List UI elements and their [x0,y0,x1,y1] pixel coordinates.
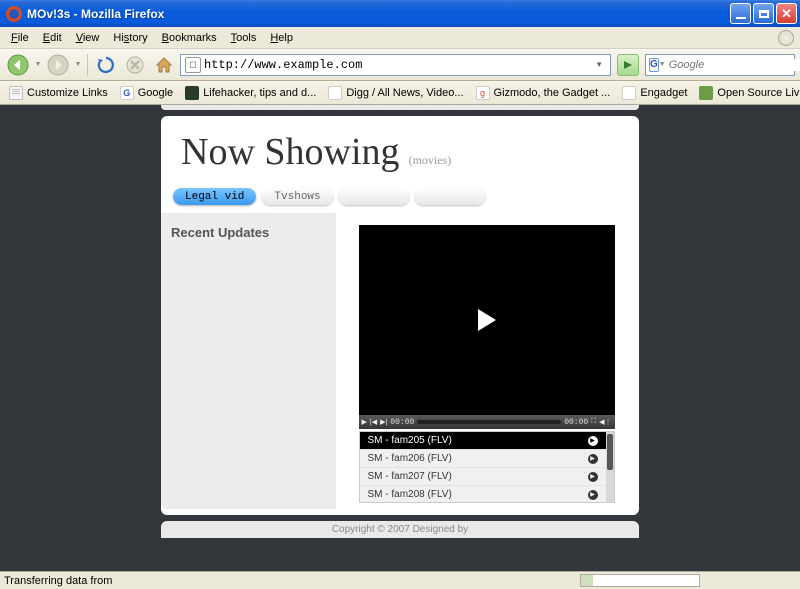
digg-icon [328,86,342,100]
bookmark-item[interactable]: Engadget [617,84,692,102]
bookmark-label: Customize Links [27,87,108,99]
menu-tools[interactable]: Tools [224,30,264,46]
menu-edit[interactable]: Edit [36,30,69,46]
bookmark-label: Lifehacker, tips and d... [203,87,316,99]
firefox-icon [6,6,22,22]
volume-button[interactable]: ◀⋮ [599,418,611,426]
url-favicon-icon: ◻ [185,57,201,73]
page-title: Now Showing [181,131,400,173]
sidebar: Recent Updates [161,213,336,509]
search-input[interactable] [669,59,800,71]
bookmark-item[interactable]: Lifehacker, tips and d... [180,84,321,102]
window-titlebar: MOv!3s - Mozilla Firefox ✕ [0,0,800,27]
content-tab[interactable]: · [415,188,485,205]
bookmark-item[interactable]: Customize Links [4,84,113,102]
menu-bar: File Edit View History Bookmarks Tools H… [0,27,800,49]
lh-icon [185,86,199,100]
prev-button[interactable]: |◀ [370,418,377,426]
page-footer: Copyright © 2007 Designed by [161,521,639,538]
menu-bookmarks[interactable]: Bookmarks [155,30,224,46]
bookmark-item[interactable]: Digg / All News, Video... [323,84,468,102]
window-title: MOv!3s - Mozilla Firefox [27,7,730,21]
menu-history[interactable]: History [106,30,154,46]
video-player[interactable] [359,225,615,415]
playlist-item-label: SM - fam207 (FLV) [368,471,452,482]
bookmark-label: Digg / All News, Video... [346,87,463,99]
bookmark-label: Open Source Living [717,87,800,99]
go-button[interactable] [617,54,639,76]
search-engine-dropdown[interactable]: ▼ [659,52,666,78]
playlist-scrollbar[interactable] [606,432,614,502]
nav-toolbar: ▼ ▼ ◻ ▼ G ▼ [0,49,800,81]
close-button[interactable]: ✕ [776,3,797,24]
fullscreen-button[interactable]: ⛶ [591,418,596,426]
forward-dropdown[interactable]: ▼ [74,52,82,78]
search-engine-icon[interactable]: G [649,58,659,72]
content-tab[interactable]: Legal vid [173,188,256,205]
minimize-button[interactable] [730,3,751,24]
eng-icon [622,86,636,100]
menu-help[interactable]: Help [263,30,300,46]
sidebar-heading: Recent Updates [171,225,326,240]
giz-icon: g [476,86,490,100]
status-bar: Transferring data from [0,571,800,589]
bookmark-label: Engadget [640,87,687,99]
url-bar[interactable]: ◻ ▼ [180,54,611,76]
bookmarks-toolbar: Customize Links G Google Lifehacker, tips a… [0,81,800,105]
content-tab[interactable]: Tvshows [262,188,332,205]
playlist-play-icon[interactable]: ▶ [588,436,598,446]
status-text: Transferring data from [4,575,112,587]
bookmark-label: Google [138,87,173,99]
goog-icon: G [120,86,134,100]
progress-bar [580,574,700,587]
playlist-item-label: SM - fam208 (FLV) [368,489,452,500]
playlist-row[interactable]: SM - fam207 (FLV) ▶ [360,468,614,486]
top-spacer [161,105,639,110]
url-input[interactable] [204,58,592,72]
main-pane: ▶ |◀ ▶| 00:00 00:00 ⛶ ◀⋮ SM - fam205 (FL… [336,213,639,509]
playlist-play-icon[interactable]: ▶ [588,454,598,464]
bookmark-item[interactable]: G Google [115,84,178,102]
playlist-row[interactable]: SM - fam205 (FLV) ▶ [360,432,614,450]
bookmark-item[interactable]: Open Source Living [694,84,800,102]
activity-throbber-icon [778,30,794,46]
tab-row: Legal vid Tvshows · · [161,184,639,213]
bookmark-item[interactable]: g Gizmodo, the Gadget ... [471,84,616,102]
next-button[interactable]: ▶| [380,418,387,426]
content-tab[interactable]: · [339,188,409,205]
menu-file[interactable]: File [4,30,36,46]
forward-button[interactable] [45,52,71,78]
url-dropdown-icon[interactable]: ▼ [592,60,606,69]
menu-view[interactable]: View [69,30,107,46]
osl-icon [699,86,713,100]
page-header: Now Showing (movies) [161,116,639,184]
search-bar[interactable]: G ▼ [645,54,795,76]
playlist-item-label: SM - fam206 (FLV) [368,453,452,464]
time-total: 00:00 [564,418,588,427]
separator [87,54,88,76]
bookmark-label: Gizmodo, the Gadget ... [494,87,611,99]
home-button[interactable] [151,52,177,78]
play-button[interactable]: ▶ [362,418,367,426]
page-icon [9,86,23,100]
maximize-button[interactable] [753,3,774,24]
page-subtitle: (movies) [409,153,452,167]
playlist-play-icon[interactable]: ▶ [588,490,598,500]
footer-text: Copyright © 2007 Designed by [332,524,468,535]
seek-track[interactable] [417,420,561,424]
play-icon [478,309,496,331]
page-content: Now Showing (movies) Legal vidTvshows·· … [0,105,800,571]
back-dropdown[interactable]: ▼ [34,52,42,78]
playlist: SM - fam205 (FLV)▶SM - fam206 (FLV)▶SM -… [359,431,615,503]
stop-button[interactable] [122,52,148,78]
time-current: 00:00 [390,418,414,427]
reload-button[interactable] [93,52,119,78]
back-button[interactable] [5,52,31,78]
playlist-row[interactable]: SM - fam208 (FLV) ▶ [360,486,614,503]
playlist-row[interactable]: SM - fam206 (FLV) ▶ [360,450,614,468]
playlist-play-icon[interactable]: ▶ [588,472,598,482]
playlist-item-label: SM - fam205 (FLV) [368,435,452,446]
player-controls: ▶ |◀ ▶| 00:00 00:00 ⛶ ◀⋮ [359,415,615,429]
